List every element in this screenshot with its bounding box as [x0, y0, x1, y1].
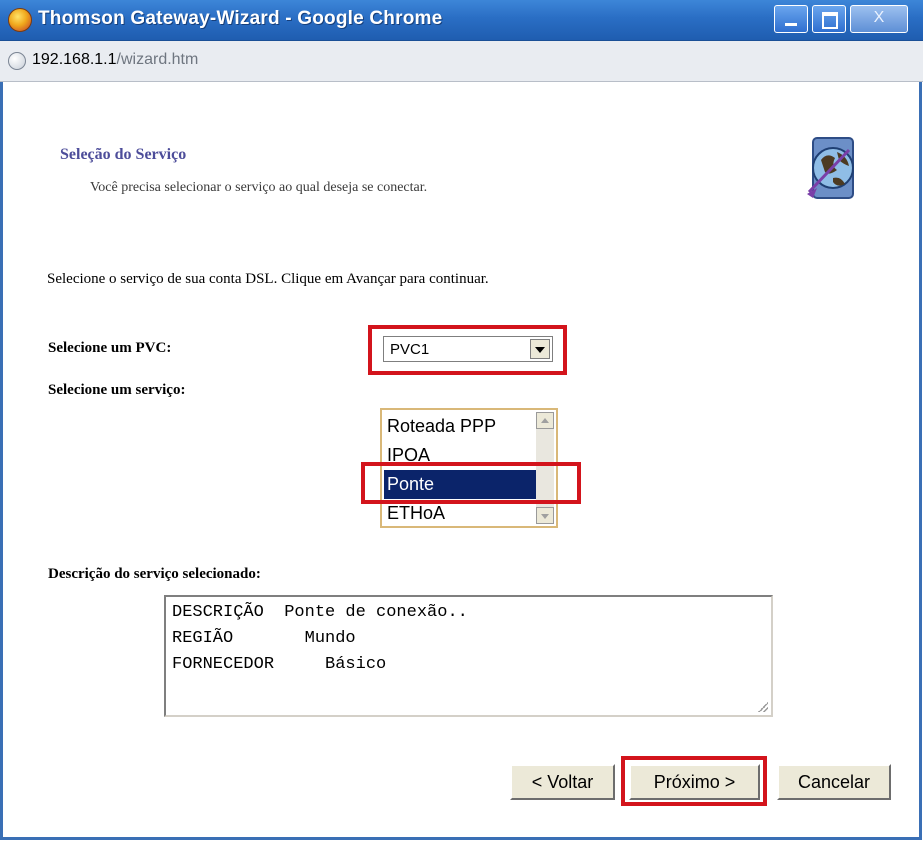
resize-grip-icon[interactable]: [758, 702, 768, 712]
scroll-up-icon[interactable]: [536, 412, 554, 429]
url-host: 192.168.1.1: [32, 51, 117, 68]
description-line: DESCRIÇÃO Ponte de conexão..: [172, 603, 468, 622]
minimize-button[interactable]: [774, 5, 808, 33]
highlight-pvc-select: [368, 325, 567, 375]
address-bar[interactable]: 192.168.1.1/wizard.htm: [0, 41, 923, 82]
service-label: Selecione um serviço:: [48, 382, 186, 398]
page-heading: Seleção do Serviço: [60, 146, 187, 163]
window-titlebar: Thomson Gateway-Wizard - Google Chrome X: [0, 0, 923, 41]
globe-logo-icon: [807, 137, 854, 199]
description-label: Descrição do serviço selecionado:: [48, 566, 261, 582]
highlight-next-button: [621, 756, 767, 806]
description-line: FORNECEDOR Básico: [172, 655, 387, 674]
close-icon: X: [873, 9, 885, 26]
description-textarea[interactable]: DESCRIÇÃO Ponte de conexão.. REGIÃO Mund…: [164, 595, 773, 717]
window-title: Thomson Gateway-Wizard - Google Chrome: [38, 8, 443, 29]
url-text[interactable]: 192.168.1.1/wizard.htm: [32, 51, 198, 69]
service-option-roteada-ppp[interactable]: Roteada PPP: [384, 412, 539, 441]
highlight-ponte-option: [361, 462, 581, 504]
description-line: REGIÃO Mundo: [172, 629, 356, 648]
app-icon: [8, 8, 32, 32]
back-button[interactable]: < Voltar: [510, 764, 615, 800]
maximize-button[interactable]: [812, 5, 846, 33]
page-subheading: Você precisa selecionar o serviço ao qua…: [90, 180, 428, 195]
instruction-text: Selecione o serviço de sua conta DSL. Cl…: [47, 271, 489, 287]
url-path: /wizard.htm: [116, 51, 199, 68]
close-button[interactable]: X: [850, 5, 908, 33]
cancel-button[interactable]: Cancelar: [777, 764, 891, 800]
pvc-label: Selecione um PVC:: [48, 340, 172, 356]
scroll-down-icon[interactable]: [536, 507, 554, 524]
globe-icon: [8, 52, 26, 70]
